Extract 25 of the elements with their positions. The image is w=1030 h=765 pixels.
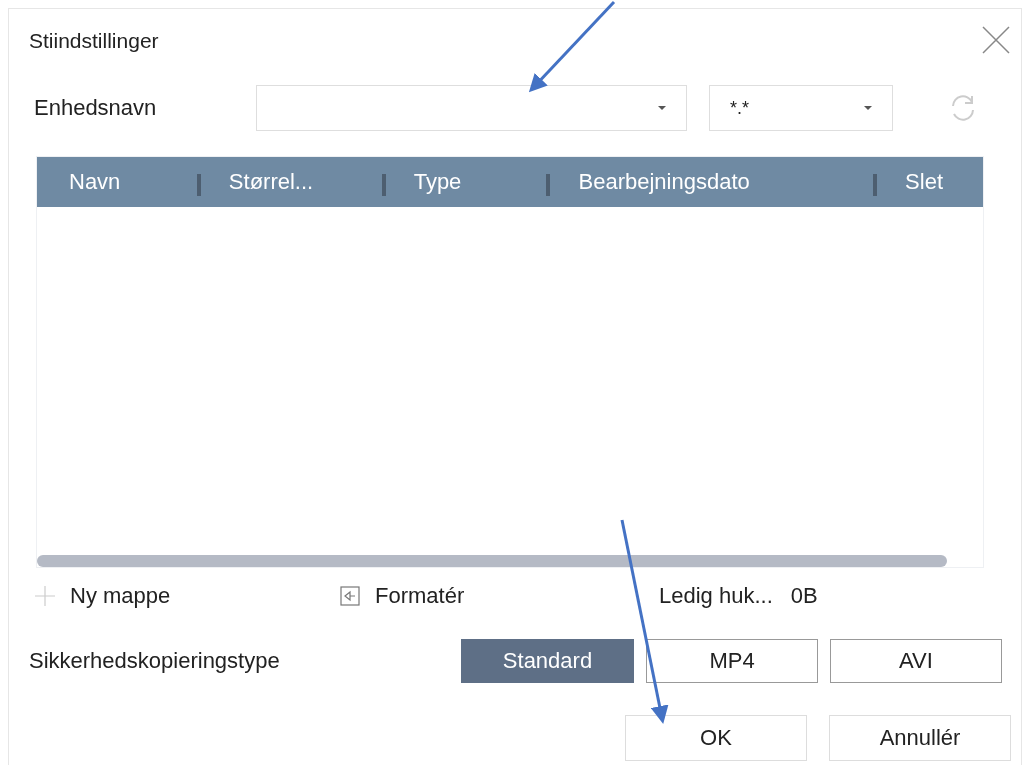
document-icon	[339, 585, 361, 607]
scrollbar[interactable]	[37, 555, 947, 567]
backup-type-option[interactable]: Standard	[461, 639, 634, 683]
caret-icon	[658, 106, 666, 110]
cancel-button[interactable]: Annullér	[829, 715, 1011, 761]
free-space-label: Ledig huk...	[659, 583, 773, 609]
column-header[interactable]: Navn	[69, 169, 121, 195]
column-header[interactable]: Størrel...	[228, 169, 314, 195]
window-title: Stiindstillinger	[29, 29, 159, 53]
device-dropdown[interactable]	[256, 85, 687, 131]
field-label: Sikkerhedskopieringstype	[29, 648, 281, 674]
column-header[interactable]: Slet	[905, 169, 944, 195]
free-space-value: 0B	[790, 583, 818, 609]
format-button[interactable]: Formatér	[339, 583, 659, 609]
close-icon[interactable]	[981, 25, 1011, 55]
filter-dropdown[interactable]: *.*	[709, 85, 893, 131]
plus-icon	[34, 585, 56, 607]
ok-button[interactable]: OK	[625, 715, 807, 761]
caret-icon	[864, 106, 872, 110]
backup-type-option[interactable]: MP4	[646, 639, 818, 683]
field-label: Enhedsnavn	[34, 95, 158, 121]
new-folder-button[interactable]: Ny mappe	[34, 583, 339, 609]
column-header[interactable]: Type	[413, 169, 462, 195]
backup-type-option[interactable]: AVI	[830, 639, 1002, 683]
column-header[interactable]: Bearbejningsdato	[578, 169, 750, 195]
